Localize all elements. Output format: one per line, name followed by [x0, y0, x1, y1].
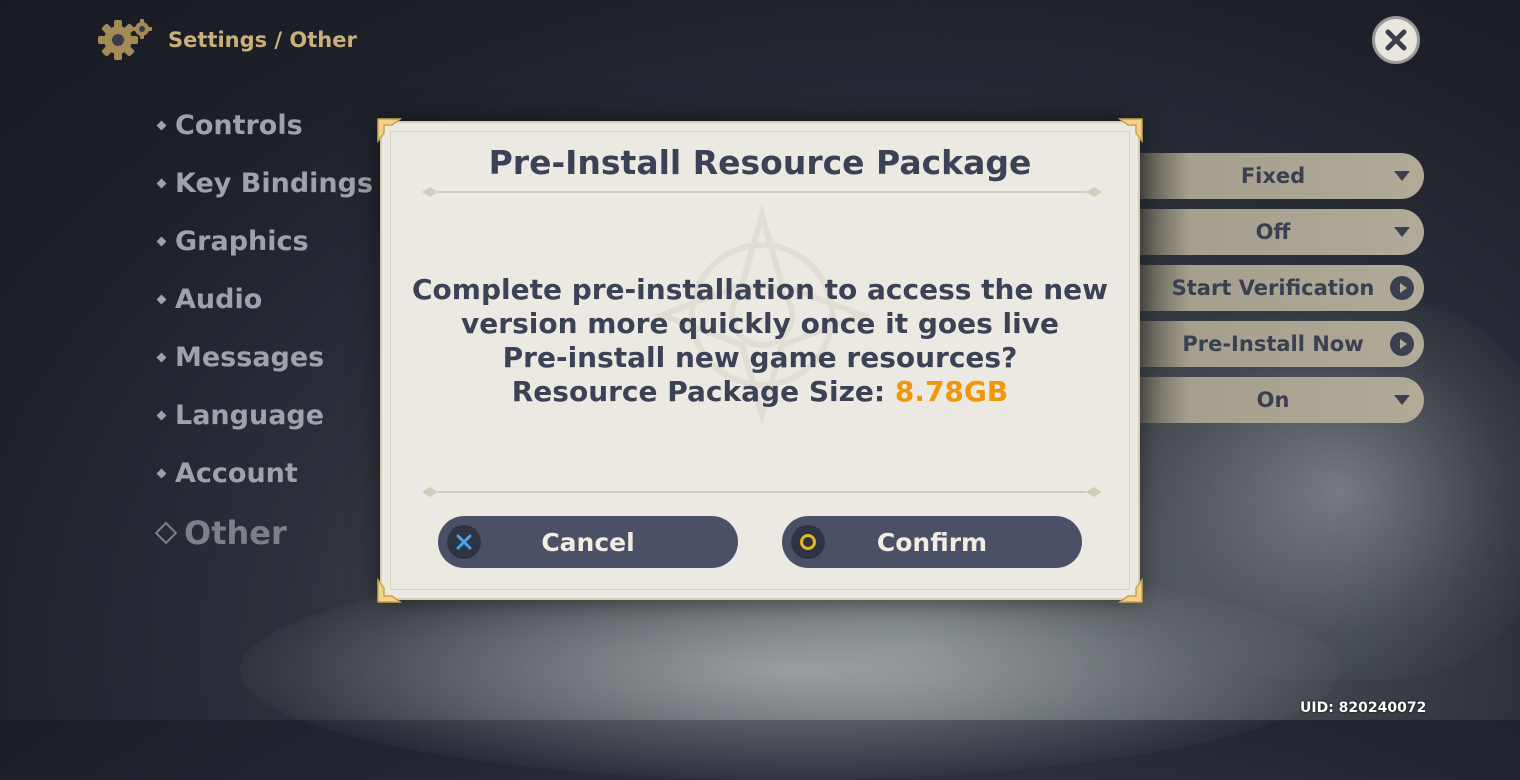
message-line: Pre-install new game resources? — [502, 341, 1018, 374]
setting-value: Start Verification — [1171, 276, 1375, 300]
sidebar-item-label: Graphics — [175, 226, 309, 257]
message-line: Complete pre-installation to access the … — [411, 273, 1109, 306]
sidebar-item-controls[interactable]: Controls — [156, 110, 303, 141]
divider-ornament — [422, 187, 1102, 197]
message-line: version more quickly once it goes live — [461, 307, 1059, 340]
setting-value: Off — [1255, 220, 1291, 244]
setting-dropdown[interactable]: Fixed — [1138, 153, 1424, 199]
sidebar-item-audio[interactable]: Audio — [156, 284, 263, 315]
sidebar-item-label: Controls — [175, 110, 303, 141]
bullet-icon — [156, 236, 167, 247]
dialog-message: Complete pre-installation to access the … — [402, 273, 1118, 409]
cancel-label: Cancel — [541, 527, 635, 557]
cancel-button[interactable]: Cancel — [438, 516, 738, 568]
dialog-title: Pre-Install Resource Package — [488, 143, 1032, 182]
chevron-down-icon — [1394, 171, 1410, 181]
sidebar-item-label: Audio — [175, 284, 263, 315]
sidebar-item-account[interactable]: Account — [156, 458, 298, 489]
arrow-right-icon — [1390, 276, 1414, 300]
corner-ornament-icon — [377, 578, 402, 603]
active-bullet-icon — [154, 521, 178, 545]
player-uid: UID: 820240072 — [1300, 700, 1427, 716]
pre-install-now-button[interactable]: Pre-Install Now — [1138, 321, 1424, 367]
chevron-down-icon — [1394, 227, 1410, 237]
confirm-label: Confirm — [876, 527, 988, 557]
gear-icon — [98, 19, 152, 60]
setting-dropdown[interactable]: On — [1138, 377, 1424, 423]
package-size-value: 8.78GB — [894, 375, 1009, 408]
sidebar-item-messages[interactable]: Messages — [156, 342, 325, 373]
setting-value: On — [1256, 388, 1290, 412]
setting-value: Fixed — [1240, 164, 1306, 188]
pre-install-dialog: Pre-Install Resource Package Complete pr… — [377, 118, 1143, 603]
sidebar-item-label: Key Bindings — [175, 168, 374, 199]
corner-ornament-icon — [1118, 578, 1143, 603]
bullet-icon — [156, 294, 167, 305]
chevron-down-icon — [1394, 395, 1410, 405]
package-size-line: Resource Package Size: 8.78GB — [402, 375, 1118, 409]
cross-icon — [447, 525, 481, 559]
setting-value: Pre-Install Now — [1182, 332, 1364, 356]
corner-ornament-icon — [1118, 118, 1143, 143]
divider-ornament — [422, 487, 1102, 497]
confirm-button[interactable]: Confirm — [782, 516, 1082, 568]
package-size-label: Resource Package Size: — [511, 375, 895, 408]
start-verification-button[interactable]: Start Verification — [1138, 265, 1424, 311]
close-button[interactable] — [1372, 16, 1420, 64]
sidebar-item-label: Other — [184, 514, 287, 552]
sidebar-item-graphics[interactable]: Graphics — [156, 226, 309, 257]
sidebar-item-language[interactable]: Language — [156, 400, 325, 431]
circle-icon — [791, 525, 825, 559]
close-icon — [1385, 29, 1407, 51]
bullet-icon — [156, 120, 167, 131]
bullet-icon — [156, 352, 167, 363]
bullet-icon — [156, 178, 167, 189]
header: Settings / Other — [96, 16, 357, 64]
sidebar-item-other[interactable]: Other — [154, 514, 287, 552]
bullet-icon — [156, 410, 167, 421]
sidebar-item-key-bindings[interactable]: Key Bindings — [156, 168, 374, 199]
setting-dropdown[interactable]: Off — [1138, 209, 1424, 255]
breadcrumb: Settings / Other — [168, 28, 357, 52]
corner-ornament-icon — [377, 118, 402, 143]
sidebar-item-label: Account — [175, 458, 298, 489]
sidebar-item-label: Language — [175, 400, 325, 431]
bullet-icon — [156, 468, 167, 479]
arrow-right-icon — [1390, 332, 1414, 356]
sidebar-item-label: Messages — [175, 342, 325, 373]
